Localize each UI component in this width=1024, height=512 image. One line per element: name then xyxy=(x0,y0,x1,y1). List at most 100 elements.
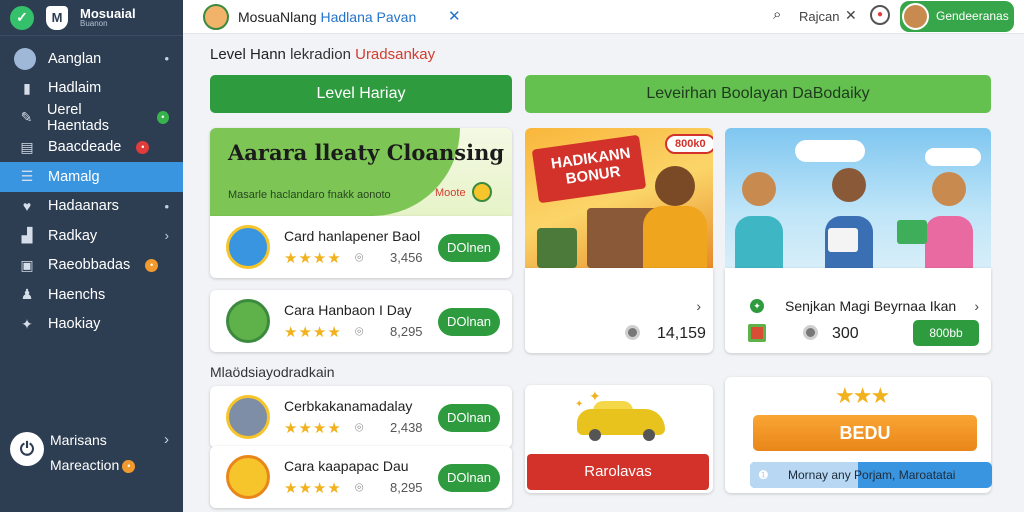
download-icon: ⌾ xyxy=(355,323,364,339)
offer-button[interactable]: DOlnen xyxy=(438,234,500,262)
info-bar[interactable]: ❶ Mornay any Porjam, Maroatatai xyxy=(750,462,992,488)
sidebar-item-6[interactable]: ▟ Radkay › xyxy=(0,221,183,251)
bonus-card[interactable]: ★★★ BEDU ❶ Mornay any Porjam, Maroatatai xyxy=(725,377,992,493)
heading-part3: Uradsankay xyxy=(355,46,436,63)
menu-logo-icon[interactable]: ✓ xyxy=(10,5,34,30)
car-wheel xyxy=(643,429,655,441)
sidebar-item-9[interactable]: ✦ Haokiay xyxy=(0,310,183,340)
chart-icon: ▟ xyxy=(21,227,33,244)
offer-card[interactable]: Card hanlapener Baol ★★★★ ⌾ 3,456 DOlnen xyxy=(210,216,512,278)
download-icon: ⌾ xyxy=(355,479,364,495)
sidebar-item-1[interactable]: ▮ Hadlaim xyxy=(0,74,183,104)
sidebar-item-5[interactable]: ♥ Hadaanars • xyxy=(0,192,183,222)
sidebar-item-7[interactable]: ▣ Raeobbadas • xyxy=(0,251,183,281)
download-icon: ⌾ xyxy=(355,249,364,265)
search-label[interactable]: Rajcan xyxy=(799,9,839,24)
clear-icon[interactable]: ✕ xyxy=(845,7,857,24)
user-avatar xyxy=(902,3,929,30)
screen-icon xyxy=(226,395,270,439)
promo-banner[interactable]: Aarara lleaty Cloansing Masarle haclanda… xyxy=(210,128,512,216)
orange-badge-icon: • xyxy=(145,258,159,272)
rating-stars: ★★★★ xyxy=(284,324,342,341)
sidebar-footer[interactable]: ⏻ Marisans Mareaction • › xyxy=(0,422,183,482)
sidebar-item-4[interactable]: ☰ Mamalg xyxy=(0,162,183,192)
promo-badge-icon xyxy=(472,182,492,202)
leaf-icon xyxy=(226,299,270,343)
sparkle-icon: ✦ xyxy=(575,399,584,410)
heart-icon: ♥ xyxy=(22,198,32,215)
notification-icon[interactable]: ● xyxy=(870,5,890,25)
pencil-icon: ✎ xyxy=(20,109,33,126)
user-avatar-icon xyxy=(14,47,36,70)
sidebar-item-3[interactable]: ▤ Baacdeade • xyxy=(0,133,183,163)
kids-reading-image[interactable] xyxy=(725,128,991,268)
person-body-illustration xyxy=(643,206,707,268)
offer-button[interactable]: DOlnan xyxy=(438,404,500,432)
rating-stars: ★★★★ xyxy=(284,250,342,267)
sidebar-item-8[interactable]: ♟ Haenchs xyxy=(0,280,183,310)
offer-card[interactable]: Cerbkakanamadalay ★★★★ ⌾ 2,438 DOlnan xyxy=(210,386,512,448)
offer-card[interactable]: Cara kaapapac Dau ★★★★ ⌾ 8,295 DOlnan xyxy=(210,446,512,508)
section-label: Mlaödsiayodradkain xyxy=(210,364,335,380)
kids-stat-button[interactable]: 800bb xyxy=(913,320,979,346)
sidebar-item-label: Haenchs xyxy=(48,286,106,303)
close-icon[interactable]: ✕ xyxy=(448,7,461,25)
sidebar-item-label: Mamalg xyxy=(48,168,100,185)
hadiah-stat-card[interactable]: › 14,159 xyxy=(525,268,713,353)
kid-body xyxy=(735,216,783,268)
offer-button[interactable]: DOlnan xyxy=(438,308,500,336)
offer-button[interactable]: DOlnan xyxy=(438,464,500,492)
sidebar-item-0[interactable]: Aanglan • xyxy=(0,44,183,74)
list-icon: ☰ xyxy=(20,168,34,185)
offer-count: 2,438 xyxy=(390,420,423,435)
sidebar-item-label: Hadaanars xyxy=(48,198,119,215)
info-icon: ❶ xyxy=(758,468,769,482)
promo-title: Aarara lleaty Cloansing xyxy=(228,140,505,165)
tab-level-hariay[interactable]: Level Hariay xyxy=(210,75,512,113)
sidebar-item-trail: • xyxy=(164,198,169,214)
kid-body xyxy=(925,216,973,268)
tab-title[interactable]: MosuaNlang Hadlana Pavan xyxy=(238,9,416,25)
sidebar-item-label: Baacdeade xyxy=(48,139,122,156)
kids-stat-value: 300 xyxy=(832,325,859,342)
brand-sub: Buanon xyxy=(80,19,108,28)
sidebar-item-2[interactable]: ✎ Uerel Haentads • xyxy=(0,102,183,134)
search-icon[interactable]: ⌕ xyxy=(773,6,781,23)
brand: Mosuaial Buanon xyxy=(80,7,136,28)
cloud-shape xyxy=(925,148,981,166)
car-reward-card[interactable]: ✦ ✦ Rarolavas xyxy=(525,385,713,493)
heading-part2: lekradion xyxy=(290,46,351,63)
kids-stat-card[interactable]: ✦ Senjkan Magi Beyrnaa Ikan › 300 800bb xyxy=(725,268,991,353)
book-illustration xyxy=(828,228,858,252)
offer-title: Card hanlapener Baol xyxy=(284,228,421,244)
sidebar-item-label: Radkay xyxy=(48,227,98,244)
sidebar-item-label: Aanglan xyxy=(48,50,102,67)
user-button[interactable]: Gendeeranas xyxy=(900,1,1014,32)
tab-avatar-icon xyxy=(203,4,229,30)
gift-box-icon xyxy=(748,324,766,342)
car-claim-button[interactable]: Rarolavas xyxy=(527,454,709,490)
promo-subtitle: Masarle haclandaro fnakk aonoto xyxy=(228,189,391,201)
kid-head xyxy=(932,172,966,206)
gift-icon: ✦ xyxy=(21,315,33,332)
offer-title: Cara Hanbaon I Day xyxy=(284,302,412,318)
shield-logo-icon: M xyxy=(46,5,68,30)
hadiah-value: 14,159 xyxy=(657,325,706,342)
bonus-button[interactable]: BEDU xyxy=(753,415,977,451)
person-icon: ♟ xyxy=(20,286,34,303)
tab-leveirhan[interactable]: Leveirhan Boolayan DaBodaiky xyxy=(525,75,991,113)
sidebar-item-label: Raeobbadas xyxy=(48,257,131,274)
kid-head xyxy=(832,168,866,202)
chevron-right-icon[interactable]: › xyxy=(696,298,701,314)
gold-coin-icon xyxy=(226,455,270,499)
download-icon: ⌾ xyxy=(355,419,364,435)
offer-count: 3,456 xyxy=(390,250,423,265)
offer-count: 8,295 xyxy=(390,480,423,495)
coin-icon xyxy=(625,325,640,340)
chevron-right-icon[interactable]: › xyxy=(164,431,169,448)
offer-card[interactable]: Cara Hanbaon I Day ★★★★ ⌾ 8,295 DOlnan xyxy=(210,290,512,352)
rating-stars: ★★★★ xyxy=(284,480,342,497)
hadiah-bonus-image[interactable]: HADIKANN BONUR 800k0 xyxy=(525,128,713,268)
sidebar-header: ✓ M Mosuaial Buanon xyxy=(0,0,183,36)
chevron-right-icon[interactable]: › xyxy=(974,298,979,314)
